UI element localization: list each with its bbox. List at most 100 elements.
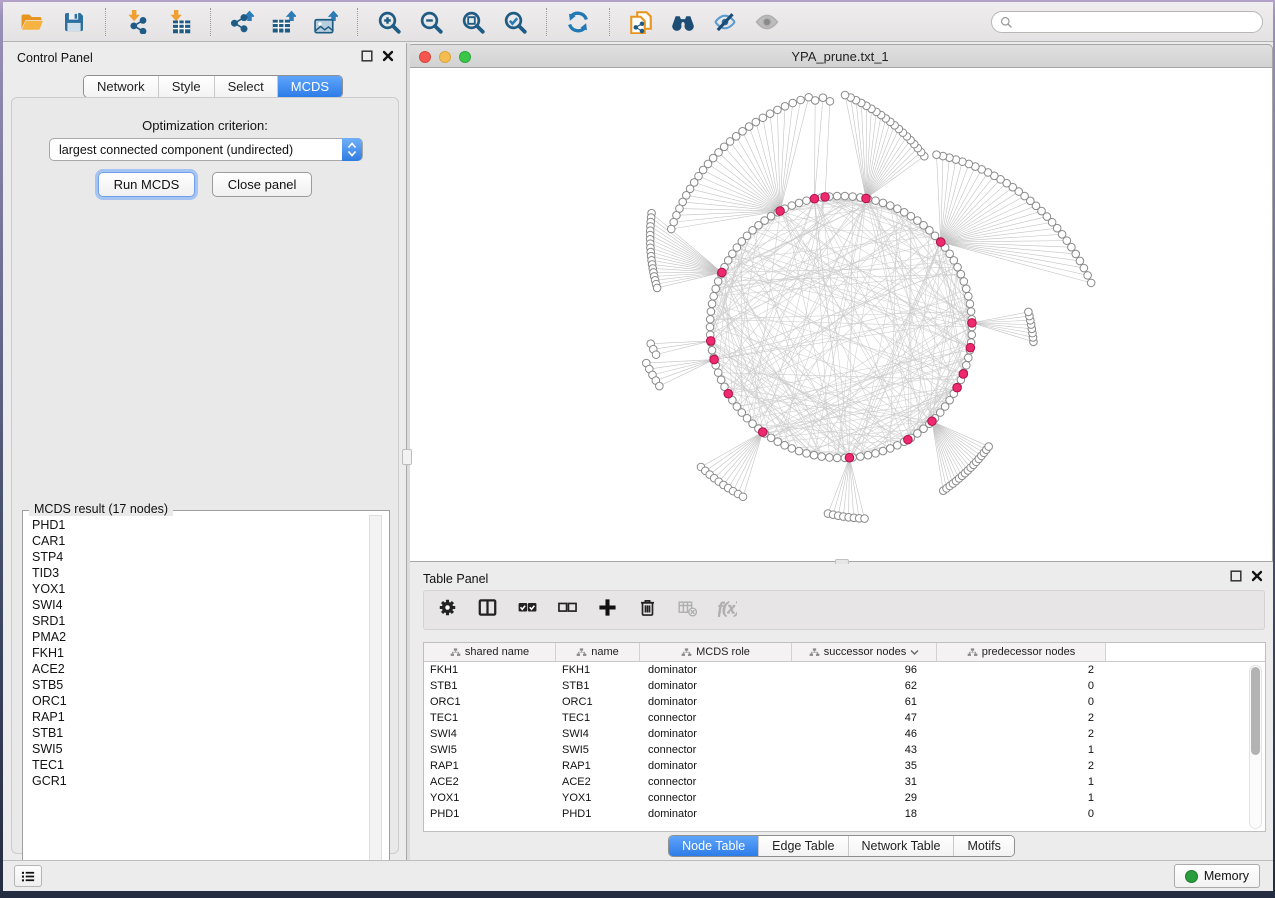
node[interactable] [967,308,975,316]
leaf-node[interactable] [739,493,747,501]
leaf-node[interactable] [933,151,941,159]
mcds-result-item[interactable]: STB1 [24,725,367,741]
leaf-node[interactable] [789,99,797,107]
node[interactable] [717,376,725,384]
node[interactable] [795,447,803,455]
node[interactable] [818,453,826,461]
tab-network-table[interactable]: Network Table [848,836,954,856]
mcds-result-item[interactable]: CAR1 [24,533,367,549]
table-row[interactable]: ACE2ACE2connector311 [424,774,1265,790]
node[interactable] [966,300,974,308]
node[interactable] [841,192,849,200]
column-header-MCDS-role[interactable]: MCDS role [640,643,792,661]
node[interactable] [810,451,818,459]
network-canvas[interactable] [407,68,1273,562]
mcds-result-item[interactable]: ORC1 [24,693,367,709]
table-row[interactable]: YOX1YOX1connector291 [424,790,1265,806]
node[interactable] [708,300,716,308]
node[interactable] [886,202,894,210]
leaf-node[interactable] [656,382,664,390]
vertical-splitter-handle[interactable] [402,449,412,465]
mcds-node[interactable] [821,193,830,202]
leaf-node[interactable] [841,91,849,99]
mcds-result-item[interactable]: TID3 [24,565,367,581]
mcds-node[interactable] [718,268,727,277]
mcds-node[interactable] [710,355,719,364]
node[interactable] [962,361,970,369]
delete-table-button[interactable] [678,598,697,622]
mcds-result-item[interactable]: SWI4 [24,597,367,613]
show-all-button[interactable] [752,7,782,37]
node[interactable] [708,346,716,354]
leaf-node[interactable] [745,123,753,131]
status-menu-button[interactable] [14,865,42,887]
leaf-node[interactable] [739,128,747,136]
import-network-button[interactable] [122,7,152,37]
leaf-node[interactable] [1072,250,1080,258]
apply-layout-button[interactable] [563,7,593,37]
clone-network-button[interactable] [626,7,656,37]
float-panel-icon[interactable] [361,50,373,62]
network-graph[interactable] [408,68,1272,560]
node[interactable] [795,199,803,207]
leaf-node[interactable] [766,110,774,118]
tab-select[interactable]: Select [214,76,277,97]
float-table-panel-icon[interactable] [1230,570,1242,582]
leaf-node[interactable] [861,515,869,523]
zoom-in-button[interactable] [374,7,404,37]
leaf-node[interactable] [652,351,660,359]
leaf-node[interactable] [811,97,819,105]
table-row[interactable]: RAP1RAP1dominator352 [424,758,1265,774]
deselect-all-button[interactable] [558,598,577,622]
node[interactable] [872,197,880,205]
leaf-node[interactable] [819,94,827,102]
mcds-result-item[interactable]: RAP1 [24,709,367,725]
mcds-result-item[interactable]: STP4 [24,549,367,565]
mcds-node[interactable] [810,194,819,203]
mcds-node[interactable] [936,238,945,247]
node[interactable] [788,202,796,210]
table-row[interactable]: TEC1TEC1connector472 [424,710,1265,726]
node[interactable] [707,308,715,316]
search-box[interactable] [991,11,1263,33]
mcds-result-item[interactable]: TEC1 [24,757,367,773]
node[interactable] [965,354,973,362]
hide-selected-button[interactable] [710,7,740,37]
table-settings-button[interactable] [438,598,457,622]
node[interactable] [788,445,796,453]
table-row[interactable]: SWI4SWI4dominator462 [424,726,1265,742]
mcds-node[interactable] [724,389,733,398]
mcds-node[interactable] [966,343,975,352]
mcds-result-item[interactable]: PMA2 [24,629,367,645]
node[interactable] [957,270,965,278]
mcds-result-item[interactable]: FKH1 [24,645,367,661]
mcds-node[interactable] [968,319,977,328]
delete-row-button[interactable] [638,598,657,622]
column-header-name[interactable]: name [556,643,640,661]
mcds-node[interactable] [776,207,785,216]
tab-motifs[interactable]: Motifs [953,836,1013,856]
tab-network[interactable]: Network [84,76,158,97]
leaf-node[interactable] [985,443,993,451]
node[interactable] [894,441,902,449]
node[interactable] [833,454,841,462]
table-row[interactable]: PHD1PHD1dominator180 [424,806,1265,822]
tab-mcds[interactable]: MCDS [277,76,342,97]
node[interactable] [803,197,811,205]
mcds-result-item[interactable]: GCR1 [24,773,367,789]
node[interactable] [833,192,841,200]
mcds-node[interactable] [845,453,854,462]
leaf-node[interactable] [653,284,661,292]
node[interactable] [706,323,714,331]
node[interactable] [706,315,714,323]
node[interactable] [965,292,973,300]
network-window-titlebar[interactable]: YPA_prune.txt_1 [407,44,1273,68]
node[interactable] [774,438,782,446]
node[interactable] [714,278,722,286]
mcds-node[interactable] [706,337,715,346]
leaf-node[interactable] [1080,264,1088,272]
leaf-node[interactable] [759,114,767,122]
close-panel-icon[interactable] [382,50,394,62]
mcds-result-item[interactable]: YOX1 [24,581,367,597]
column-header-shared-name[interactable]: shared name [424,643,556,661]
